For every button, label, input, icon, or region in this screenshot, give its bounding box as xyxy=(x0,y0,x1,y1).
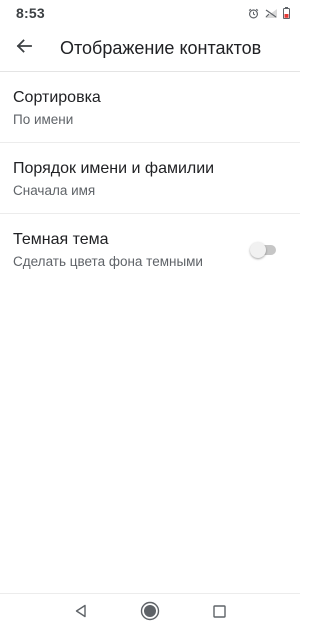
setting-name-order[interactable]: Порядок имени и фамилии Сначала имя xyxy=(0,143,300,214)
dark-theme-toggle[interactable] xyxy=(250,242,278,258)
setting-title: Темная тема xyxy=(13,231,109,248)
status-bar: 8:53 xyxy=(0,0,300,26)
recents-square-icon xyxy=(213,604,226,623)
page-title: Отображение контактов xyxy=(60,38,262,58)
nav-home-button[interactable] xyxy=(132,596,168,632)
setting-sort[interactable]: Сортировка По имени xyxy=(0,72,300,143)
toggle-thumb xyxy=(250,242,266,258)
signal-off-icon xyxy=(264,8,278,19)
home-circle-icon xyxy=(140,601,160,626)
app-bar: Отображение контактов xyxy=(0,26,300,72)
setting-subtitle: Сделать цвета фона темными xyxy=(13,254,203,269)
setting-title: Порядок имени и фамилии xyxy=(13,160,215,177)
screen: 8:53 Отображение контактов Сортировка По… xyxy=(0,0,300,633)
alarm-icon xyxy=(248,8,259,19)
back-triangle-icon xyxy=(74,604,88,623)
settings-list: Сортировка По имени Порядок имени и фами… xyxy=(0,72,300,285)
status-time: 8:53 xyxy=(16,5,45,21)
nav-bar xyxy=(0,593,300,633)
nav-back-button[interactable] xyxy=(63,596,99,632)
nav-recents-button[interactable] xyxy=(201,596,237,632)
setting-dark-theme[interactable]: Темная тема Сделать цвета фона темными xyxy=(0,214,300,285)
setting-title: Сортировка xyxy=(13,89,101,106)
back-button[interactable] xyxy=(2,27,46,71)
arrow-left-icon xyxy=(15,37,33,60)
setting-subtitle: По имени xyxy=(13,112,74,127)
status-icons xyxy=(248,7,290,19)
battery-icon xyxy=(283,7,290,19)
setting-subtitle: Сначала имя xyxy=(13,183,96,198)
